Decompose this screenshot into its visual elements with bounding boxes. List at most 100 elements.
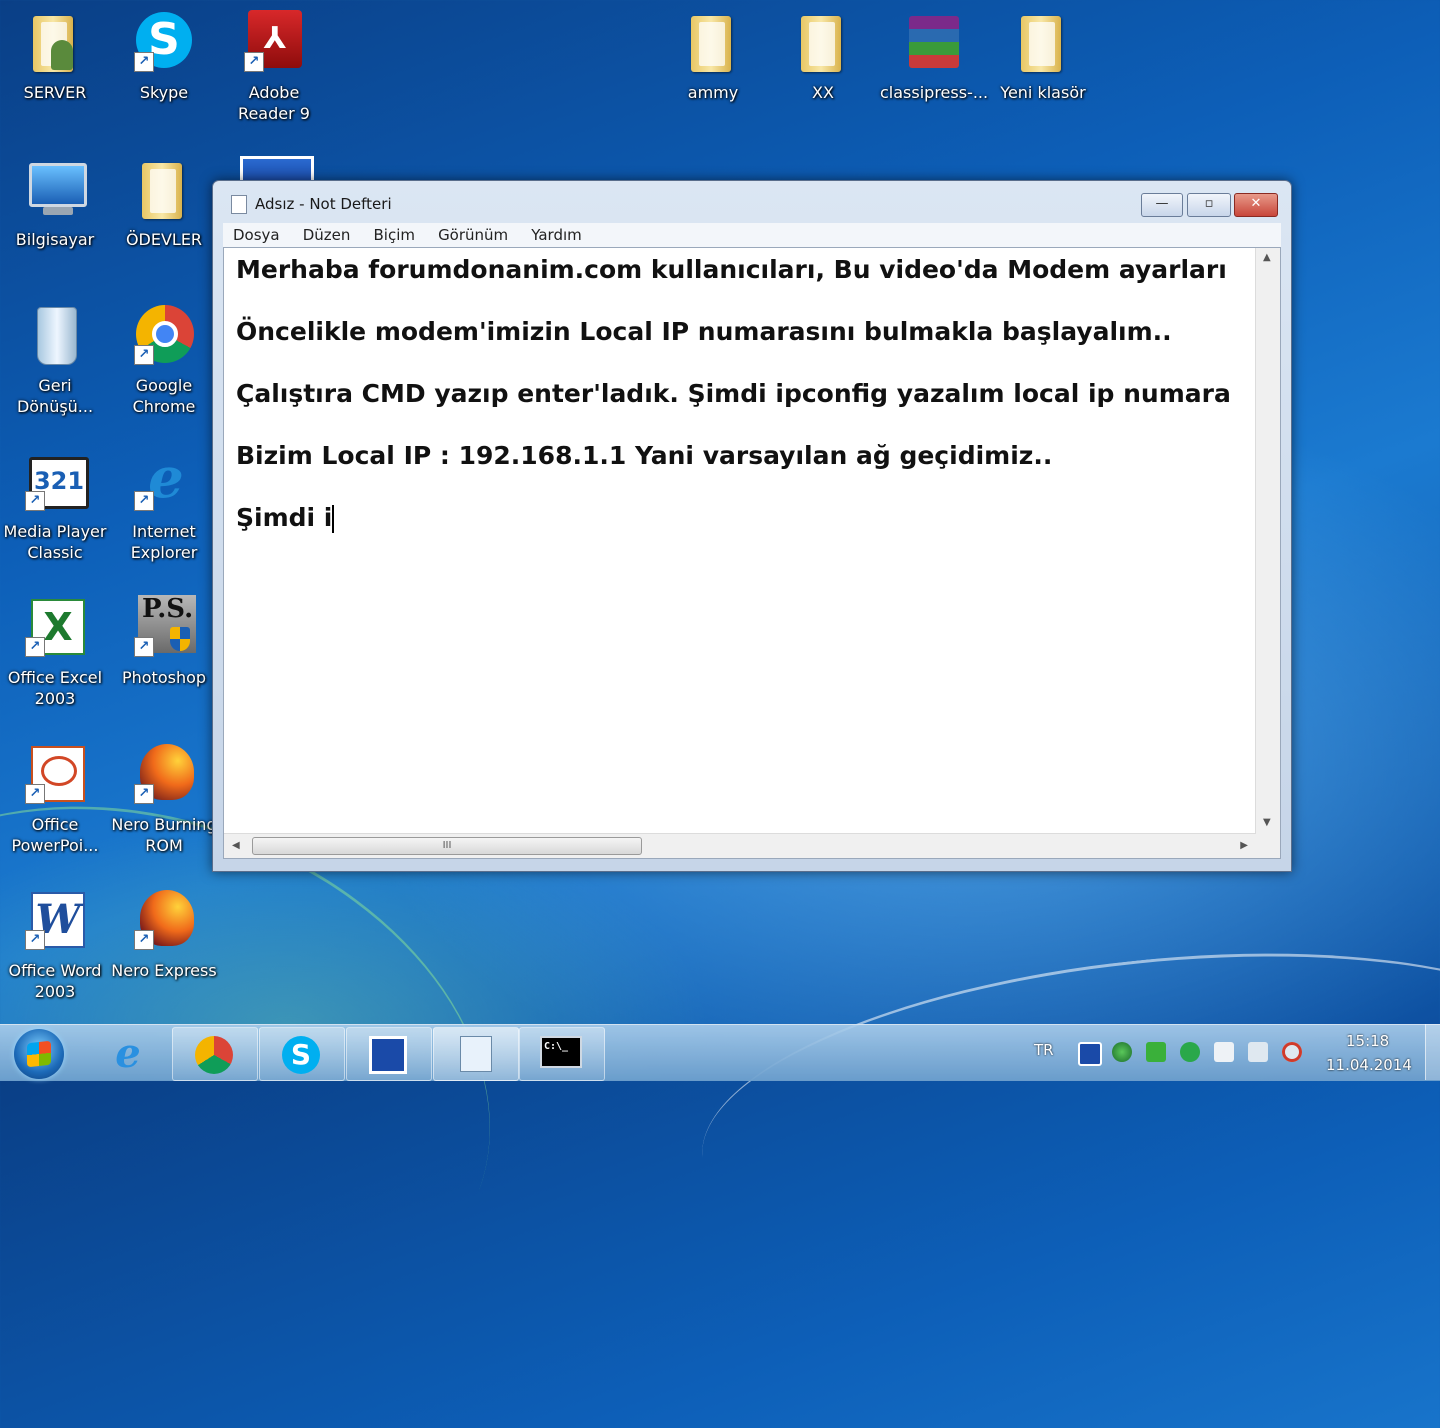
winrar-archive-icon — [909, 16, 959, 68]
menu-yardim[interactable]: Yardım — [521, 223, 590, 245]
scroll-left-arrow-icon[interactable]: ◀ — [232, 840, 240, 851]
window-title: Adsız - Not Defteri — [255, 195, 392, 213]
shortcut-arrow-icon: ↗ — [25, 930, 45, 950]
computer-stand-icon — [43, 207, 73, 215]
desktop-icon-label: Adobe Reader 9 — [238, 83, 310, 123]
scroll-up-arrow-icon[interactable]: ▲ — [1263, 252, 1271, 263]
desktop-icon-label: ÖDEVLER — [125, 230, 203, 249]
close-button[interactable]: ✕ — [1234, 193, 1278, 217]
volume-muted-icon[interactable] — [1282, 1042, 1302, 1062]
title-bar[interactable]: Adsız - Not Defteri — ▫ ✕ — [213, 181, 1291, 223]
desktop-icon-label: Yeni klasör — [1000, 83, 1086, 102]
shortcut-arrow-icon: ↗ — [25, 637, 45, 657]
desktop-icon-label: Nero Express — [111, 961, 217, 980]
desktop-icon-label: Nero Burning ROM — [111, 815, 217, 855]
desktop-icon-label: Office Excel 2003 — [7, 668, 103, 708]
taskbar-remote-app[interactable] — [346, 1027, 432, 1081]
desktop-icon-odevler[interactable]: ÖDEVLER — [111, 157, 217, 250]
current-line-text: Şimdi i — [236, 503, 333, 532]
security-check-tray-icon[interactable] — [1146, 1042, 1166, 1062]
text-line: Merhaba forumdonanim.com kullanıcıları, … — [236, 255, 1227, 284]
text-line: Öncelikle modem'imizin Local IP numarası… — [236, 317, 1172, 346]
menu-gorunum[interactable]: Görünüm — [428, 223, 516, 245]
desktop-icon-label: Skype — [139, 83, 189, 102]
command-prompt-icon: C:\_ — [540, 1036, 582, 1068]
vertical-scrollbar[interactable]: ▲ ▼ — [1255, 248, 1280, 834]
desktop-icon-server[interactable]: SERVER — [2, 10, 108, 103]
hidden-desktop-icon[interactable] — [240, 156, 314, 183]
recycle-bin-icon — [37, 307, 77, 365]
notepad-icon — [231, 195, 247, 214]
network-globe-tray-icon[interactable] — [1112, 1042, 1132, 1062]
text-line: Çalıştıra CMD yazıp enter'ladık. Şimdi i… — [236, 379, 1231, 408]
start-button[interactable] — [14, 1029, 64, 1079]
desktop-icon-nero-burning-rom[interactable]: ↗ Nero Burning ROM — [111, 742, 217, 856]
desktop-icon-label: ammy — [687, 83, 739, 102]
shortcut-arrow-icon: ↗ — [244, 52, 264, 72]
action-center-flag-icon[interactable] — [1214, 1042, 1234, 1062]
desktop-icon-adobe-reader[interactable]: ⅄ ↗ Adobe Reader 9 — [221, 10, 327, 124]
menu-duzen[interactable]: Düzen — [293, 223, 359, 245]
desktop-icon-geri-donusum[interactable]: Geri Dönüşü... — [2, 303, 108, 417]
desktop-icon-media-player-classic[interactable]: 321 ↗ Media Player Classic — [2, 449, 108, 563]
clock-date[interactable]: 11.04.2014 — [1326, 1056, 1412, 1074]
resize-grip-icon[interactable] — [1256, 834, 1280, 858]
user-icon — [51, 40, 73, 70]
skype-icon: S — [282, 1036, 320, 1074]
desktop-icon-photoshop[interactable]: P.S. ↗ Photoshop — [111, 595, 217, 688]
desktop-icon-yeni-klasor[interactable]: Yeni klasör — [990, 10, 1096, 103]
clock-time[interactable]: 15:18 — [1346, 1032, 1389, 1050]
desktop-icon-office-word[interactable]: W ↗ Office Word 2003 — [2, 888, 108, 1002]
taskbar-internet-explorer[interactable]: e — [86, 1027, 172, 1081]
shortcut-arrow-icon: ↗ — [25, 491, 45, 511]
desktop-icon-label: XX — [812, 83, 834, 102]
network-tray-icon[interactable] — [1248, 1042, 1268, 1062]
taskbar-notepad[interactable] — [433, 1027, 519, 1081]
desktop-icon-ammy[interactable]: ammy — [660, 10, 766, 103]
desktop-icon-label: SERVER — [23, 83, 87, 102]
notepad-window[interactable]: Adsız - Not Defteri — ▫ ✕ Dosya Düzen Bi… — [212, 180, 1292, 872]
computer-icon — [29, 163, 87, 207]
text-editor[interactable]: Merhaba forumdonanim.com kullanıcıları, … — [223, 247, 1281, 859]
desktop-icon-label: Media Player Classic — [3, 522, 107, 562]
taskbar-cmd[interactable]: C:\_ — [519, 1027, 605, 1081]
menu-bicim[interactable]: Biçim — [363, 223, 422, 245]
shortcut-arrow-icon: ↗ — [134, 930, 154, 950]
taskbar-google-chrome[interactable] — [172, 1027, 258, 1081]
desktop-icon-office-excel[interactable]: X ↗ Office Excel 2003 — [2, 595, 108, 709]
scroll-down-arrow-icon[interactable]: ▼ — [1263, 817, 1271, 828]
menu-dosya[interactable]: Dosya — [223, 223, 288, 245]
maximize-button[interactable]: ▫ — [1187, 193, 1231, 217]
desktop-icon-label: Photoshop — [121, 668, 207, 687]
shield-icon — [170, 627, 190, 651]
horizontal-scrollbar[interactable]: ◀ III ▶ — [224, 833, 1256, 858]
desktop-icon-label: Bilgisayar — [15, 230, 95, 249]
desktop-icon-xx[interactable]: XX — [770, 10, 876, 103]
desktop-icon-label: Office PowerPoi... — [11, 815, 99, 855]
remote-tray-icon[interactable] — [1078, 1042, 1102, 1066]
desktop-icon-skype[interactable]: S ↗ Skype — [111, 10, 217, 103]
remote-desktop-icon — [369, 1036, 407, 1074]
app-tray-icon[interactable] — [1180, 1042, 1200, 1062]
desktop-icon-google-chrome[interactable]: ↗ Google Chrome — [111, 303, 217, 417]
horizontal-scroll-thumb[interactable]: III — [252, 837, 642, 855]
shortcut-arrow-icon: ↗ — [134, 345, 154, 365]
desktop-icon-label: Google Chrome — [132, 376, 196, 416]
desktop-icon-office-powerpoint[interactable]: ↗ Office PowerPoi... — [2, 742, 108, 856]
show-desktop-button[interactable] — [1425, 1024, 1440, 1080]
minimize-button[interactable]: — — [1141, 193, 1183, 217]
desktop-icon-internet-explorer[interactable]: e ↗ Internet Explorer — [111, 449, 217, 563]
shortcut-arrow-icon: ↗ — [134, 491, 154, 511]
desktop-icon-nero-express[interactable]: ↗ Nero Express — [111, 888, 217, 981]
windows-logo-icon — [27, 1040, 51, 1068]
desktop-icon-classipress[interactable]: classipress-... — [880, 10, 988, 103]
language-indicator[interactable]: TR — [1034, 1041, 1054, 1059]
taskbar-skype[interactable]: S — [259, 1027, 345, 1081]
desktop-icon-bilgisayar[interactable]: Bilgisayar — [2, 157, 108, 250]
scroll-right-arrow-icon[interactable]: ▶ — [1240, 840, 1248, 851]
editor-content[interactable]: Merhaba forumdonanim.com kullanıcıları, … — [236, 252, 1246, 824]
shortcut-arrow-icon: ↗ — [25, 784, 45, 804]
internet-explorer-icon: e — [115, 1030, 141, 1077]
folder-icon — [691, 16, 731, 72]
desktop-icon-label: Office Word 2003 — [8, 961, 102, 1001]
